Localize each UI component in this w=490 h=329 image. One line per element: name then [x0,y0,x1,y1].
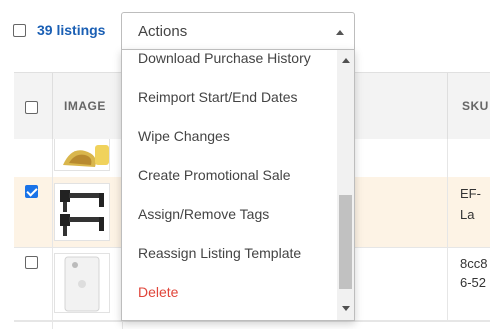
actions-menu: Download Purchase History Reimport Start… [121,49,355,321]
column-divider [447,177,448,247]
column-header-sku[interactable]: SKU [462,99,489,113]
menu-item-wipe-changes[interactable]: Wipe Changes [138,128,230,144]
menu-item-reassign-listing-template[interactable]: Reassign Listing Template [138,245,301,261]
column-divider [52,177,53,247]
menu-item-assign-remove-tags[interactable]: Assign/Remove Tags [138,206,269,222]
scroll-down-arrow-icon[interactable] [342,306,350,311]
menu-item-reimport-dates[interactable]: Reimport Start/End Dates [138,89,298,105]
row-select-checkbox[interactable] [25,185,38,198]
column-divider [52,139,53,177]
menu-item-download-purchase-history[interactable]: Download Purchase History [138,50,311,66]
header-select-checkbox[interactable] [25,101,38,114]
row-select-checkbox[interactable] [25,256,38,269]
select-all-checkbox[interactable] [13,24,26,37]
product-thumbnail[interactable] [54,139,110,171]
actions-dropdown-label: Actions [138,23,188,40]
menu-item-delete[interactable]: Delete [138,284,178,300]
scroll-up-arrow-icon[interactable] [342,58,350,63]
column-divider [447,248,448,320]
actions-dropdown[interactable]: Actions [121,12,355,50]
column-header-image[interactable]: IMAGE [64,99,106,113]
menu-item-create-promotional-sale[interactable]: Create Promotional Sale [138,167,291,183]
listings-count[interactable]: 39 listings [37,22,105,38]
row-sku: 8cc8 [460,256,488,271]
row-sku: 6-52 [460,275,487,290]
column-divider [447,73,448,139]
column-divider [52,73,53,139]
product-thumbnail[interactable] [54,253,110,313]
column-divider [447,139,448,177]
product-thumbnail[interactable] [54,183,110,241]
caret-up-icon [336,30,344,35]
menu-scrollbar-thumb[interactable] [339,195,352,289]
column-divider [52,248,53,320]
row-sku: EF-La [460,186,481,222]
menu-scrollbar[interactable] [337,50,354,320]
